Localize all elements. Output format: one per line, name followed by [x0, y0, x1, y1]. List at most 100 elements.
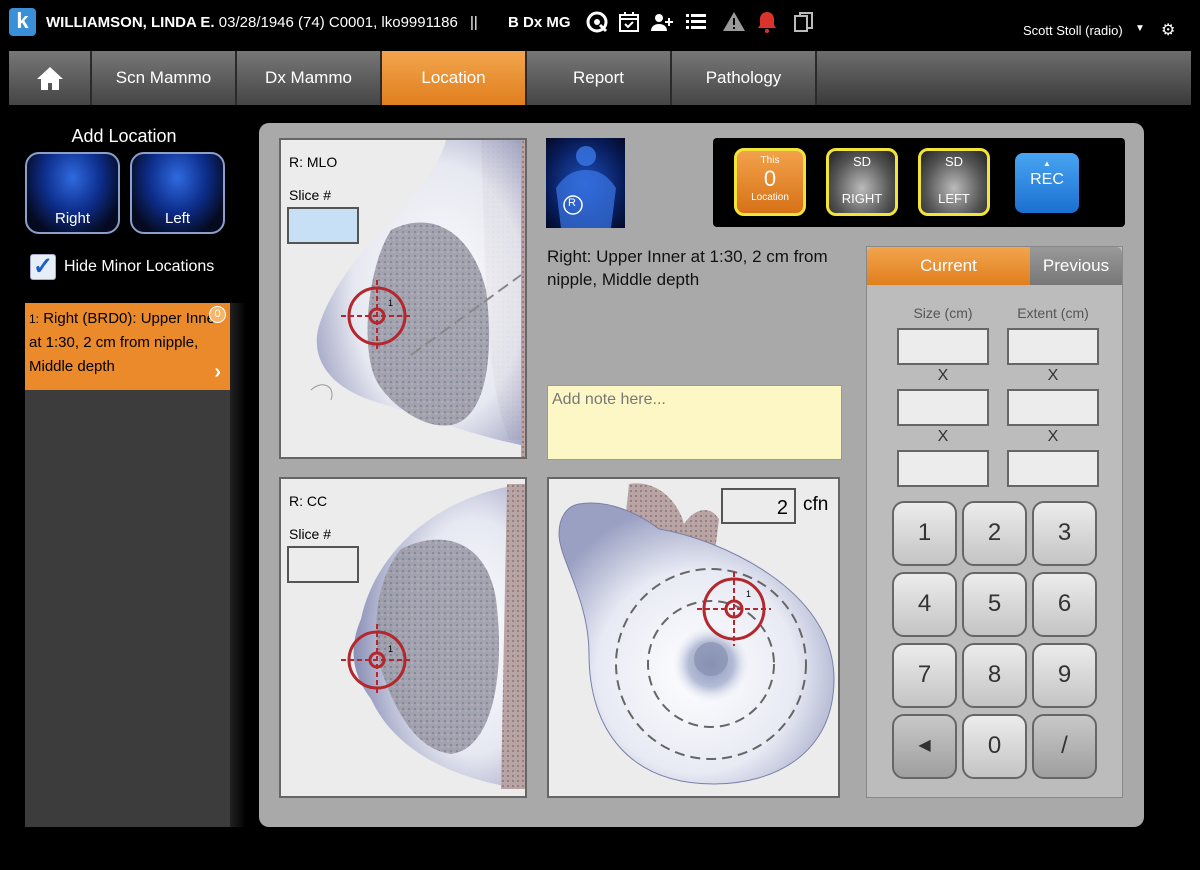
key-9[interactable]: 9 — [1032, 643, 1097, 708]
cc-slice-label: Slice # — [289, 526, 332, 542]
mlo-slice-input[interactable] — [287, 207, 359, 244]
distance-unit: cfn — [803, 494, 829, 515]
chevron-right-icon[interactable]: › — [214, 360, 221, 384]
user-menu[interactable]: Scott Stoll (radio) — [1023, 23, 1123, 38]
sd-left-bottom: LEFT — [938, 191, 970, 206]
key-1[interactable]: 1 — [892, 501, 957, 566]
location-item-text: Right (BRD0): Upper Inner at 1:30, 2 cm … — [29, 310, 220, 375]
location-item-number: 1: — [29, 312, 40, 326]
size-input-2[interactable] — [897, 389, 989, 426]
key-6[interactable]: 6 — [1032, 572, 1097, 637]
copy-icon[interactable] — [792, 10, 816, 34]
sd-right-top: SD — [852, 154, 872, 169]
left-label: Left — [164, 210, 191, 227]
warning-icon[interactable] — [722, 10, 746, 34]
tab-current[interactable]: Current — [867, 247, 1030, 285]
location-item-badge: 0 — [209, 306, 226, 323]
sd-left-top: SD — [944, 154, 964, 169]
left-panel: Add Location Right Left ✓ Hide Minor Loc… — [24, 120, 246, 828]
key-4[interactable]: 4 — [892, 572, 957, 637]
rec-label: REC — [1030, 171, 1064, 188]
calendar-check-icon[interactable] — [617, 10, 641, 34]
mlo-slice-label: Slice # — [289, 187, 332, 203]
add-left-breast-button[interactable]: Left — [130, 152, 225, 234]
tab-bar-filler — [817, 51, 1191, 105]
chevron-down-icon[interactable]: ▼ — [1135, 23, 1145, 34]
key-0[interactable]: 0 — [962, 714, 1027, 779]
size-input-1[interactable] — [897, 328, 989, 365]
times-label: X — [1047, 428, 1059, 445]
times-label: X — [937, 428, 949, 445]
tab-pathology[interactable]: Pathology — [672, 51, 817, 105]
hide-minor-label: Hide Minor Locations — [64, 258, 215, 275]
key-7[interactable]: 7 — [892, 643, 957, 708]
mlo-marker-number: 1 — [388, 298, 394, 308]
top-bar: k WILLIAMSON, LINDA E. 03/28/1946 (74) C… — [0, 0, 1200, 48]
body-figure-icon — [556, 146, 616, 228]
location-list-item[interactable]: 1: Right (BRD0): Upper Inner at 1:30, 2 … — [25, 303, 230, 390]
add-location-title: Add Location — [71, 126, 177, 146]
gear-icon[interactable]: ⚙ — [1161, 20, 1175, 40]
mlo-view-label: R: MLO — [289, 154, 338, 170]
distance-input[interactable]: 2 — [721, 488, 796, 524]
caret-up-icon: ▲ — [1043, 159, 1051, 168]
key-2[interactable]: 2 — [962, 501, 1027, 566]
thumb-side-label: R — [568, 197, 576, 209]
tab-location[interactable]: Location — [382, 51, 527, 105]
sd-left-button[interactable]: SD LEFT — [918, 148, 990, 216]
app-logo[interactable]: k — [9, 8, 36, 36]
size-input-3[interactable] — [897, 450, 989, 487]
mlo-view[interactable]: R: MLO 1 Slice # — [279, 138, 527, 459]
right-label: Right — [54, 210, 91, 227]
clock-marker-number: 1 — [746, 589, 752, 599]
cc-marker-number: 1 — [388, 644, 394, 654]
this-label: This — [760, 155, 780, 166]
key-slash[interactable]: / — [1032, 714, 1097, 779]
sd-right-bottom: RIGHT — [841, 191, 883, 206]
tab-scn-mammo[interactable]: Scn Mammo — [92, 51, 237, 105]
tab-dx-mammo[interactable]: Dx Mammo — [237, 51, 382, 105]
note-input[interactable]: Add note here... — [547, 385, 842, 460]
body-thumbnail: R — [546, 138, 625, 228]
patient-banner: WILLIAMSON, LINDA E. 03/28/1946 (74) C00… — [46, 14, 486, 31]
extent-input-3[interactable] — [1007, 450, 1099, 487]
image-button-bar: This 0 Location SD RIGHT SD LEFT ▲ REC — [713, 138, 1125, 227]
panel-shadow — [230, 303, 246, 827]
checkbox-checked-icon[interactable]: ✓ — [30, 254, 56, 280]
add-user-icon[interactable] — [650, 10, 674, 34]
list-icon[interactable] — [684, 10, 708, 34]
extent-input-1[interactable] — [1007, 328, 1099, 365]
tab-previous[interactable]: Previous — [1030, 247, 1122, 285]
cc-view[interactable]: R: CC 1 Slice # — [279, 477, 527, 798]
bell-icon[interactable] — [755, 10, 779, 34]
location-list-empty-area — [25, 390, 230, 827]
search-q-icon[interactable] — [585, 10, 609, 34]
location-label: Location — [751, 192, 789, 203]
clock-face-view[interactable]: 1 — [547, 477, 840, 798]
tab-report[interactable]: Report — [527, 51, 672, 105]
key-5[interactable]: 5 — [962, 572, 1027, 637]
home-icon — [36, 67, 63, 90]
add-right-breast-button[interactable]: Right — [25, 152, 120, 234]
patient-info: 03/28/1946 (74) C0001, lko9991186 — [218, 14, 458, 31]
extent-input-2[interactable] — [1007, 389, 1099, 426]
this-location-button[interactable]: This 0 Location — [734, 148, 806, 216]
hide-minor-toggle[interactable]: ✓ Hide Minor Locations — [30, 254, 214, 280]
backspace-key[interactable]: ◀ — [892, 714, 957, 779]
sd-right-button[interactable]: SD RIGHT — [826, 148, 898, 216]
location-description: Right: Upper Inner at 1:30, 2 cm from ni… — [547, 247, 828, 289]
rec-button[interactable]: ▲ REC — [1015, 153, 1079, 213]
times-label: X — [1047, 367, 1059, 384]
cc-slice-input[interactable] — [287, 546, 359, 583]
patient-name: WILLIAMSON, LINDA E. — [46, 14, 215, 31]
measurement-panel: Current Previous Size (cm) Extent (cm) X… — [866, 246, 1123, 798]
key-3[interactable]: 3 — [1032, 501, 1097, 566]
key-8[interactable]: 8 — [962, 643, 1027, 708]
size-header: Size (cm) — [913, 305, 973, 321]
main-tabs: Scn Mammo Dx Mammo Location Report Patho… — [9, 51, 1191, 105]
times-label: X — [937, 367, 949, 384]
tab-home[interactable] — [9, 51, 92, 105]
this-count: 0 — [763, 166, 777, 191]
clock-breast-diagram — [558, 483, 835, 785]
separator: || — [470, 14, 478, 31]
